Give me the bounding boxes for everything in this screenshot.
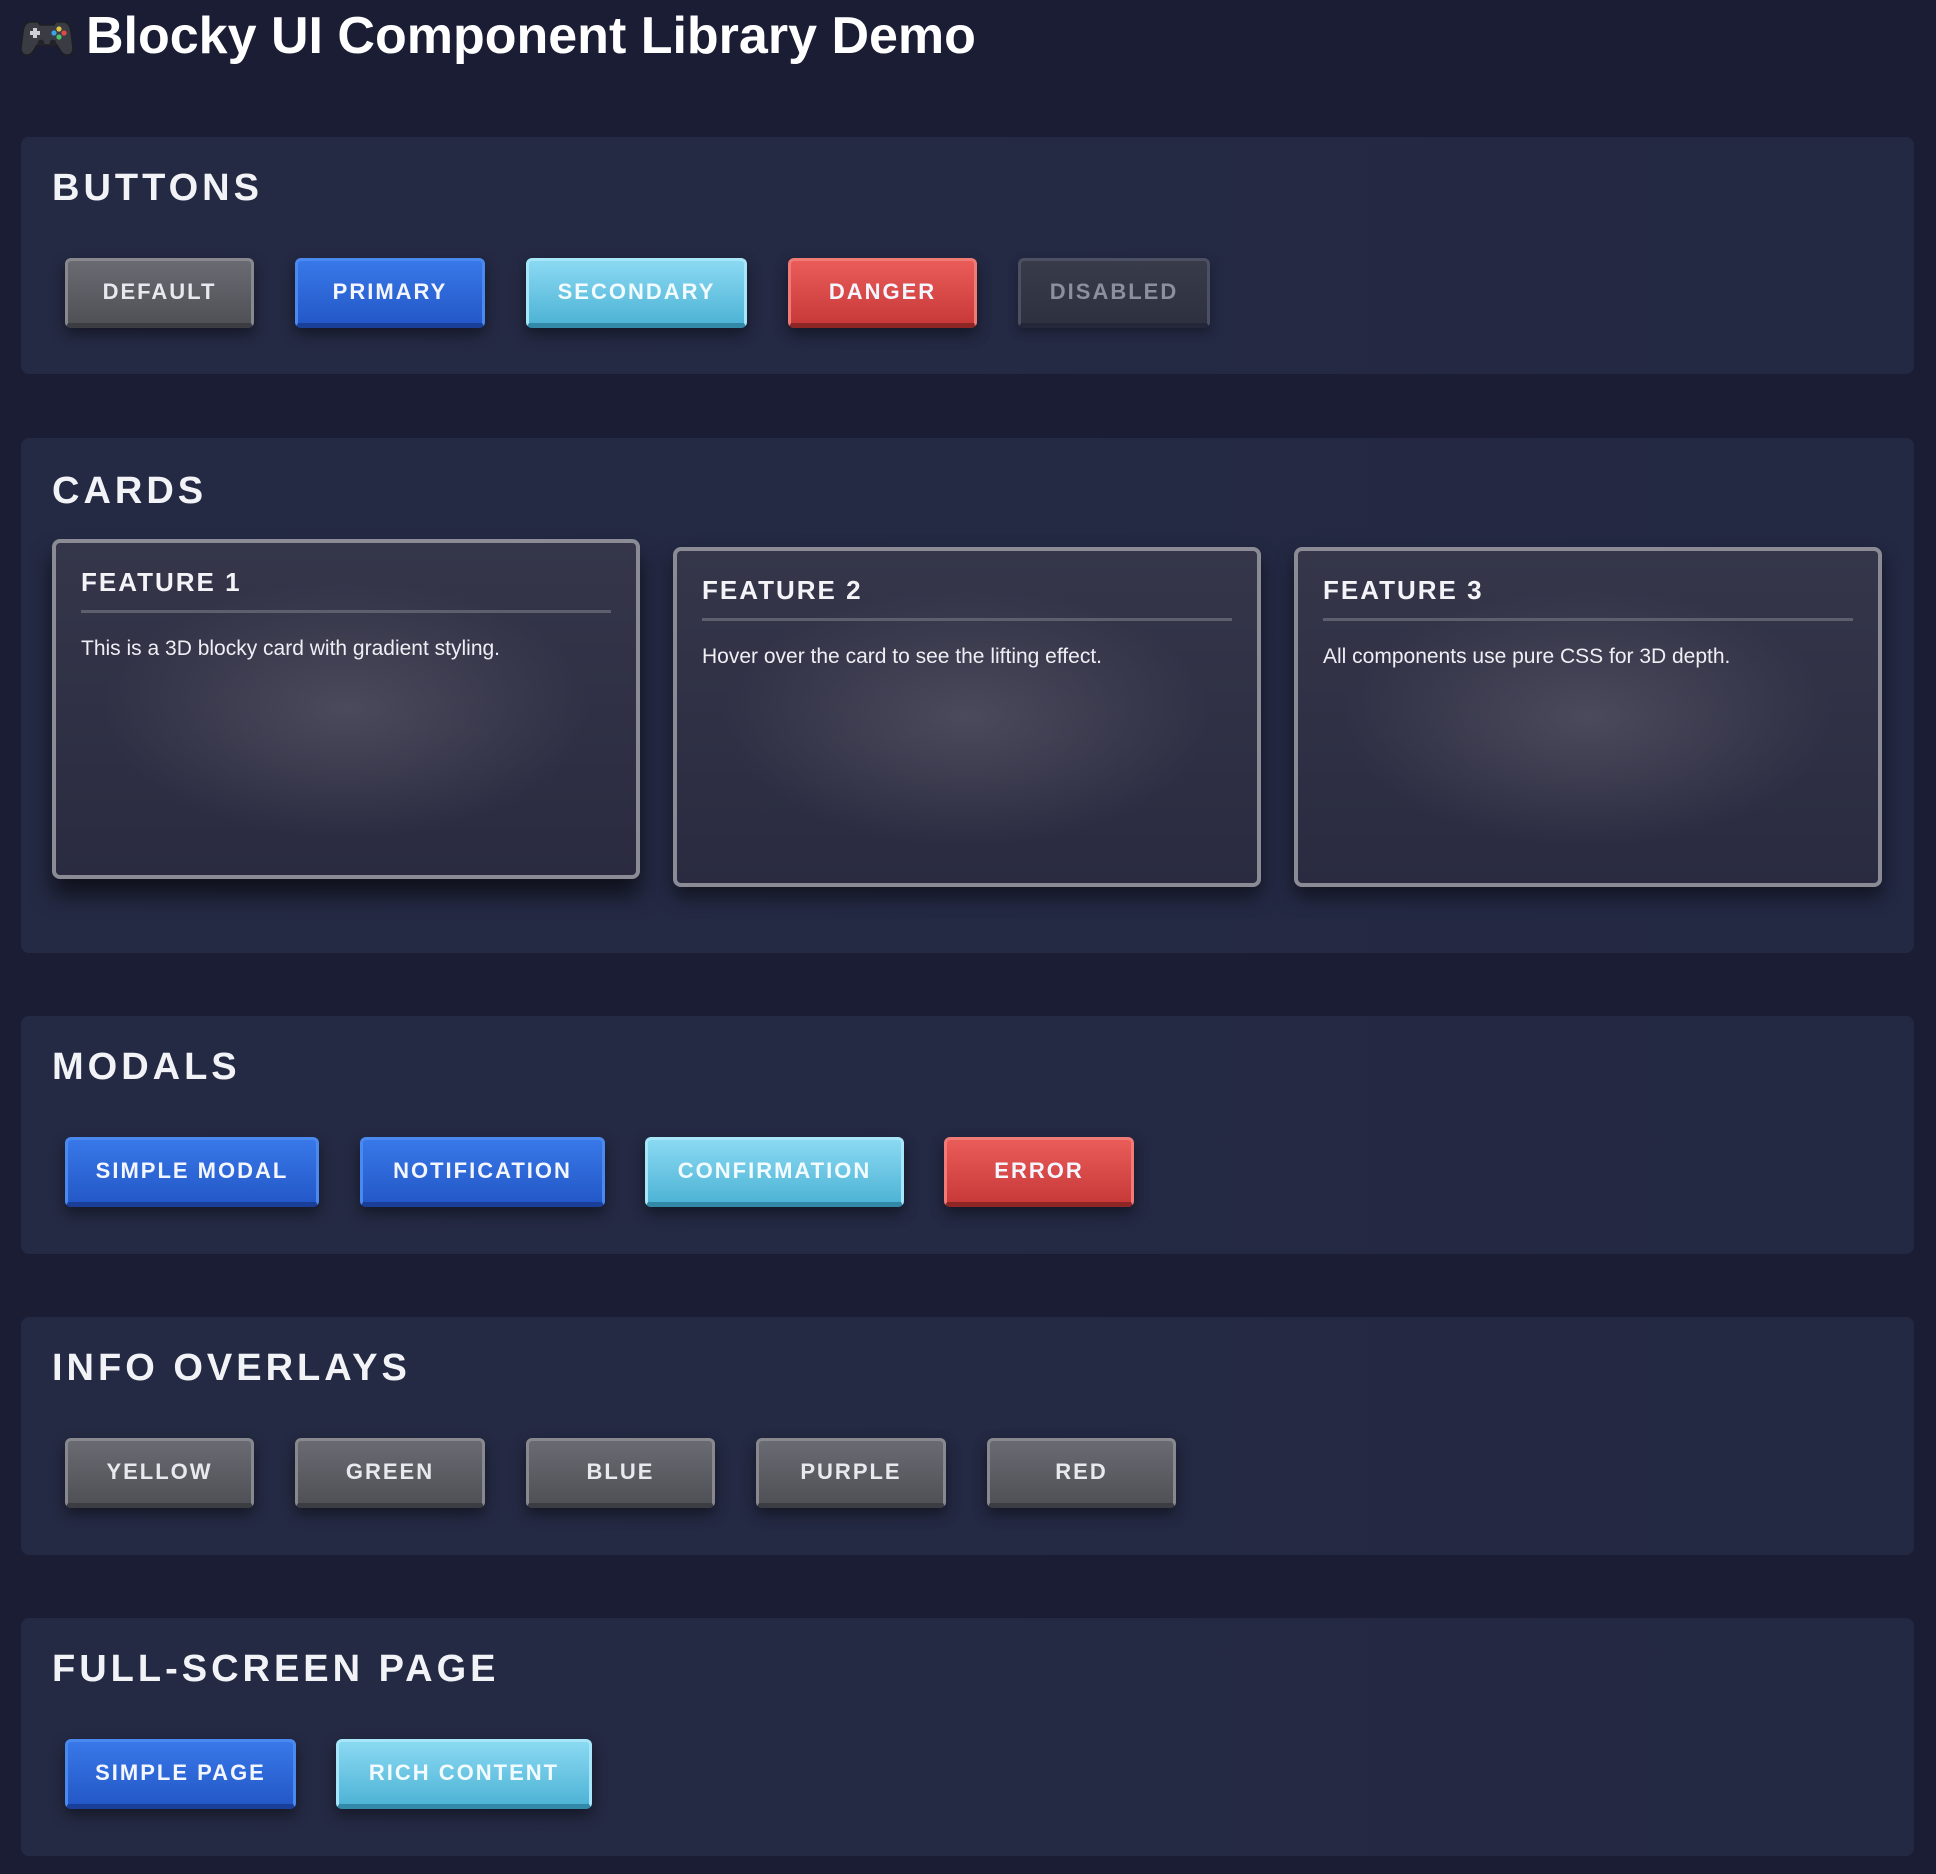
section-title: CARDS xyxy=(52,470,208,512)
red-overlay-button[interactable]: RED xyxy=(987,1438,1176,1508)
card-divider xyxy=(81,610,611,613)
secondary-button[interactable]: SECONDARY xyxy=(526,258,747,328)
feature-card-2[interactable]: FEATURE 2 Hover over the card to see the… xyxy=(673,547,1261,887)
card-divider xyxy=(702,618,1232,621)
green-overlay-button[interactable]: GREEN xyxy=(295,1438,485,1508)
info-overlays-section: INFO OVERLAYS YELLOW GREEN BLUE PURPLE R… xyxy=(21,1317,1914,1555)
yellow-overlay-button[interactable]: YELLOW xyxy=(65,1438,254,1508)
card-title: FEATURE 1 xyxy=(81,567,242,597)
card-divider xyxy=(1323,618,1853,621)
feature-card-3[interactable]: FEATURE 3 All components use pure CSS fo… xyxy=(1294,547,1882,887)
card-title: FEATURE 2 xyxy=(702,575,863,605)
error-button[interactable]: ERROR xyxy=(944,1137,1134,1207)
purple-overlay-button[interactable]: PURPLE xyxy=(756,1438,946,1508)
gamepad-icon xyxy=(20,21,74,56)
notification-button[interactable]: NOTIFICATION xyxy=(360,1137,605,1207)
feature-card-1[interactable]: FEATURE 1 This is a 3D blocky card with … xyxy=(52,539,640,879)
section-title: FULL-SCREEN PAGE xyxy=(52,1648,500,1690)
section-title: INFO OVERLAYS xyxy=(52,1347,411,1389)
card-text: All components use pure CSS for 3D depth… xyxy=(1323,645,1731,668)
blue-overlay-button[interactable]: BLUE xyxy=(526,1438,715,1508)
card-text: Hover over the card to see the lifting e… xyxy=(702,645,1102,668)
danger-button[interactable]: DANGER xyxy=(788,258,977,328)
app-header: Blocky UI Component Library Demo xyxy=(20,6,976,66)
card-text: This is a 3D blocky card with gradient s… xyxy=(81,637,501,660)
simple-modal-button[interactable]: SIMPLE MODAL xyxy=(65,1137,319,1207)
buttons-section: BUTTONS DEFAULT PRIMARY SECONDARY DANGER… xyxy=(21,137,1914,374)
confirmation-button[interactable]: CONFIRMATION xyxy=(645,1137,904,1207)
page: Blocky UI Component Library Demo BUTTONS… xyxy=(0,0,1936,1874)
simple-page-button[interactable]: SIMPLE PAGE xyxy=(65,1739,296,1809)
section-title: MODALS xyxy=(52,1046,241,1088)
page-title: Blocky UI Component Library Demo xyxy=(86,7,976,65)
modals-section: MODALS SIMPLE MODAL NOTIFICATION CONFIRM… xyxy=(21,1016,1914,1254)
cards-section: CARDS FEATURE 1 This is a 3D blocky card… xyxy=(21,438,1914,953)
rich-content-button[interactable]: RICH CONTENT xyxy=(336,1739,592,1809)
disabled-button: DISABLED xyxy=(1018,258,1210,328)
default-button[interactable]: DEFAULT xyxy=(65,258,254,328)
fullscreen-page-section: FULL-SCREEN PAGE SIMPLE PAGE RICH CONTEN… xyxy=(21,1618,1914,1856)
section-title: BUTTONS xyxy=(52,167,263,209)
primary-button[interactable]: PRIMARY xyxy=(295,258,485,328)
card-title: FEATURE 3 xyxy=(1323,575,1484,605)
